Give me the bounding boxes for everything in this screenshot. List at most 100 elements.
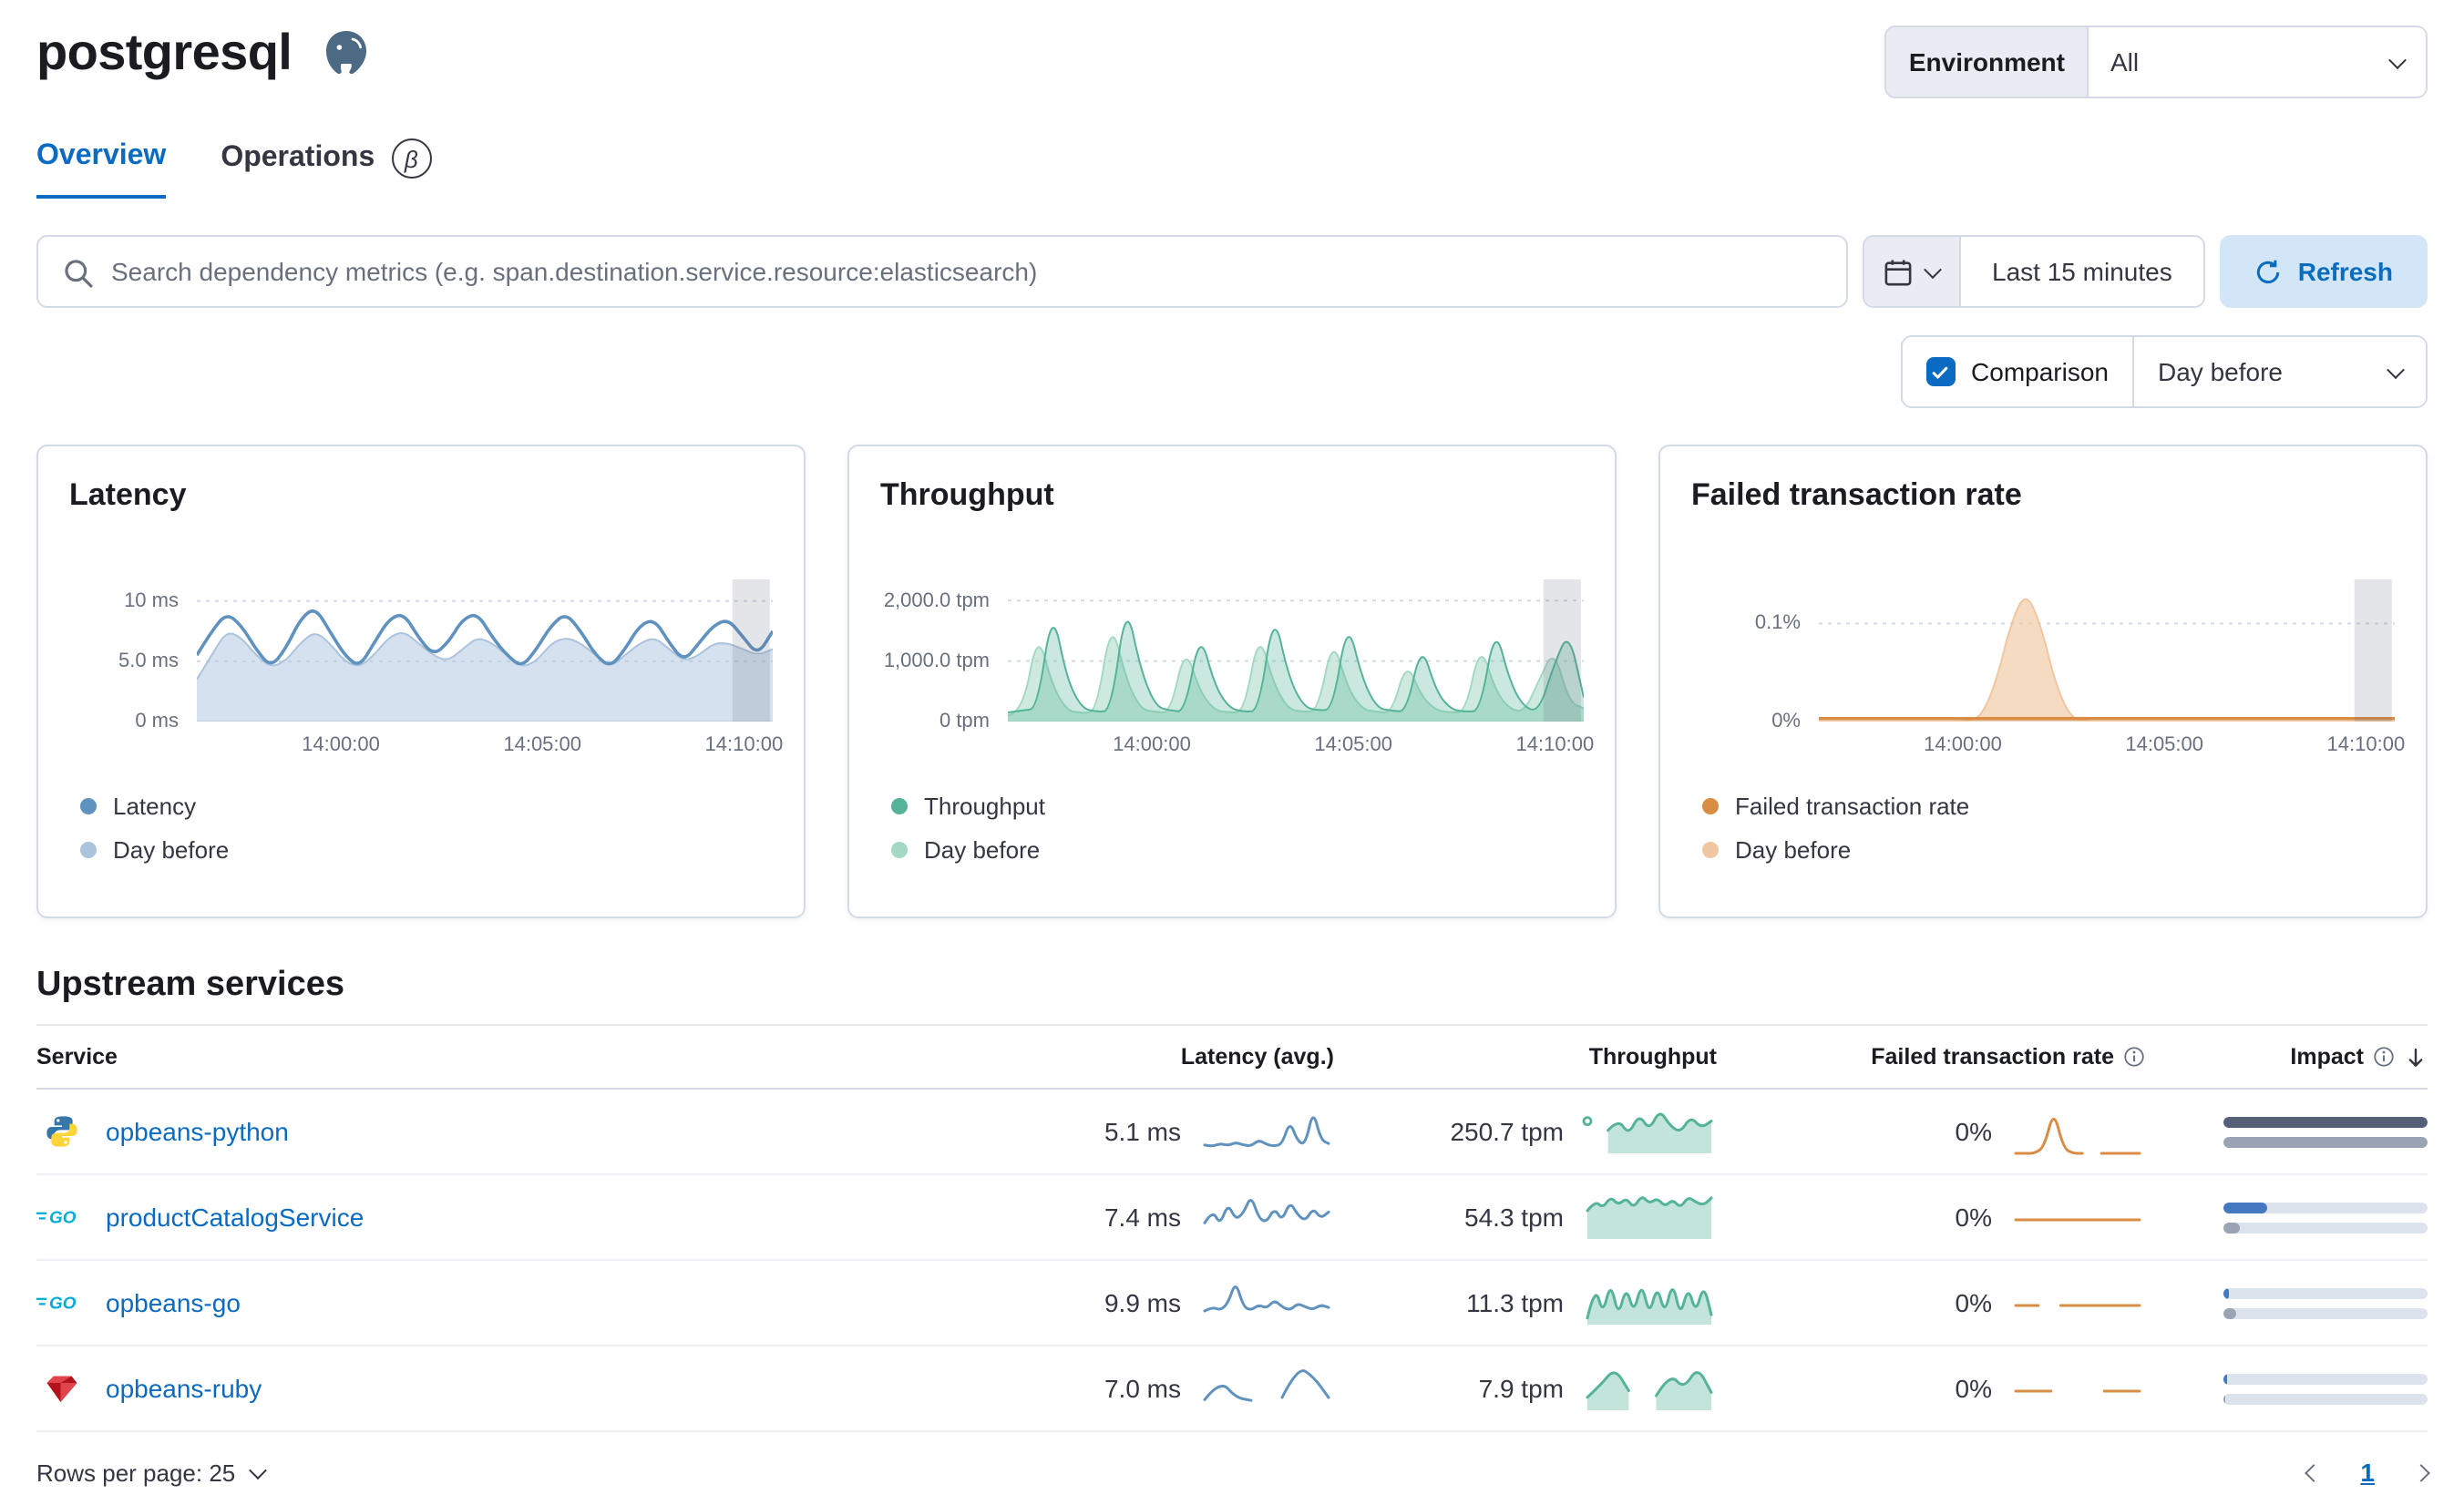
table-row-opbeans-ruby: opbeans-ruby 7.0 ms 7.9 tpm 0% [36,1346,2428,1432]
failed-transaction-rate-chart[interactable] [1819,579,2395,722]
go-icon: GO [36,1204,87,1230]
latency-sparkline [1203,1116,1330,1148]
comparison-checkbox[interactable]: Comparison [1902,337,2134,406]
tab-operations-label: Operations [221,142,375,173]
impact-bar [2223,1202,2428,1233]
failed-rate-sparkline [2014,1304,2141,1307]
refresh-button[interactable]: Refresh [2219,235,2428,308]
latency-value: 5.1 ms [1104,1117,1181,1146]
calendar-icon [1884,259,1912,285]
legend-label: Day before [924,836,1041,864]
service-link[interactable]: productCatalogService [106,1203,364,1232]
environment-label: Environment [1886,27,2089,97]
x-axis: 14:00:00 14:05:00 14:10:00 [197,727,783,760]
column-header-throughput[interactable]: Throughput [1334,1044,1717,1070]
legend-item-latency[interactable]: Latency [80,793,773,820]
legend-item-day-before[interactable]: Day before [80,836,773,864]
column-header-latency[interactable]: Latency (avg.) [970,1044,1334,1070]
chart-legend: Latency Day before [69,793,773,864]
environment-select[interactable]: All [2089,27,2426,97]
card-title: Failed transaction rate [1691,477,2022,512]
failed-rate-value: 0% [1955,1374,1992,1403]
legend-dot [1702,798,1719,814]
apm-dependency-overview-page: postgresql Environment All Overview Oper… [0,0,2464,1494]
legend-dot [891,842,908,858]
section-title: Upstream services [36,966,344,1004]
service-link[interactable]: opbeans-python [106,1117,289,1146]
y-axis-tick-label: 5.0 ms [118,650,179,672]
rows-per-page-button[interactable]: Rows per page: 25 [36,1459,268,1486]
page-header: postgresql Environment All [36,22,2428,98]
x-axis-tick-label: 14:05:00 [503,734,582,756]
table-row-productcatalogservice: GO productCatalogService 7.4 ms 54.3 tpm… [36,1175,2428,1261]
column-label: Impact [2290,1044,2364,1070]
legend-item-day-before[interactable]: Day before [891,836,1584,864]
x-axis-tick-label: 14:05:00 [1314,734,1393,756]
throughput-sparkline [1586,1371,1713,1410]
tab-overview-label: Overview [36,140,167,171]
failed-rate-value: 0% [1955,1288,1992,1317]
latency-chart[interactable] [197,579,773,722]
chevron-down-icon [1924,260,1942,279]
tab-overview[interactable]: Overview [36,138,167,199]
failed-rate-value: 0% [1955,1117,1992,1146]
failed-rate-sparkline [2014,1218,2141,1222]
legend-dot [80,798,97,814]
y-axis-tick-label: 0 tpm [939,711,990,732]
column-header-service[interactable]: Service [36,1044,970,1070]
search-input[interactable] [111,257,1847,286]
postgresql-icon [317,26,375,84]
latency-sparkline [1203,1369,1330,1402]
legend-item-failed-transaction-rate[interactable]: Failed transaction rate [1702,793,2395,820]
pagination-page-1[interactable]: 1 [2360,1458,2375,1487]
legend-item-throughput[interactable]: Throughput [891,793,1584,820]
svg-text:GO: GO [49,1294,77,1313]
chevron-down-icon [2387,360,2405,379]
column-label: Failed transaction rate [1871,1044,2114,1070]
legend-dot [80,842,97,858]
latency-sparkline [1203,1199,1330,1224]
tab-operations[interactable]: Operations β [221,138,432,199]
tab-bar: Overview Operations β [36,138,2428,199]
column-label: Latency (avg.) [1180,1044,1334,1070]
failed-rate-sparkline [2014,1117,2141,1155]
y-axis: 2,000.0 tpm 1,000.0 tpm 0 tpm [880,579,1008,732]
table-row-opbeans-python: opbeans-python 5.1 ms 250.7 tpm 0% [36,1090,2428,1175]
python-icon [36,1113,87,1150]
latency-sparkline [1203,1285,1330,1313]
legend-item-day-before[interactable]: Day before [1702,836,2395,864]
legend-label: Day before [1735,836,1852,864]
comparison-select[interactable]: Day before [2134,337,2426,406]
impact-bar [2223,1116,2428,1147]
rows-per-page-label: Rows per page: 25 [36,1459,236,1486]
upstream-services-section: Upstream services Service Latency (avg.)… [36,966,2430,1505]
pagination: 1 [2305,1458,2430,1487]
x-axis-tick-label: 14:10:00 [1515,734,1595,756]
column-header-impact[interactable]: Impact [2145,1044,2428,1070]
latency-value: 7.0 ms [1104,1374,1181,1403]
x-axis-tick-label: 14:10:00 [704,734,784,756]
metric-cards: Latency 10 ms 5.0 ms 0 ms 14:00:00 14:05:00… [36,445,2428,918]
comparison-label: Comparison [1971,357,2109,386]
impact-bar [2223,1287,2428,1318]
service-link[interactable]: opbeans-go [106,1288,241,1317]
throughput-value: 54.3 tpm [1464,1203,1564,1232]
y-axis-tick-label: 2,000.0 tpm [883,589,990,612]
latency-card: Latency 10 ms 5.0 ms 0 ms 14:00:00 14:05:00… [36,445,806,918]
time-range-button[interactable]: Last 15 minutes [1961,237,2203,306]
legend-dot [1702,842,1719,858]
column-header-failed-transaction-rate[interactable]: Failed transaction rate [1717,1044,2145,1070]
pagination-previous-button[interactable] [2305,1463,2324,1481]
date-picker-menu-button[interactable] [1864,237,1962,306]
latency-value: 7.4 ms [1104,1203,1181,1232]
x-axis-tick-label: 14:00:00 [1924,734,2002,756]
pagination-next-button[interactable] [2412,1463,2430,1481]
throughput-sparkline [1586,1196,1713,1239]
throughput-chart[interactable] [1008,579,1584,722]
y-axis: 10 ms 5.0 ms 0 ms [69,579,197,732]
comparison-value: Day before [2158,357,2283,386]
service-link[interactable]: opbeans-ruby [106,1374,262,1403]
go-icon: GO [36,1290,87,1316]
search-icon [65,260,93,288]
x-axis: 14:00:00 14:05:00 14:10:00 [1819,727,2405,760]
